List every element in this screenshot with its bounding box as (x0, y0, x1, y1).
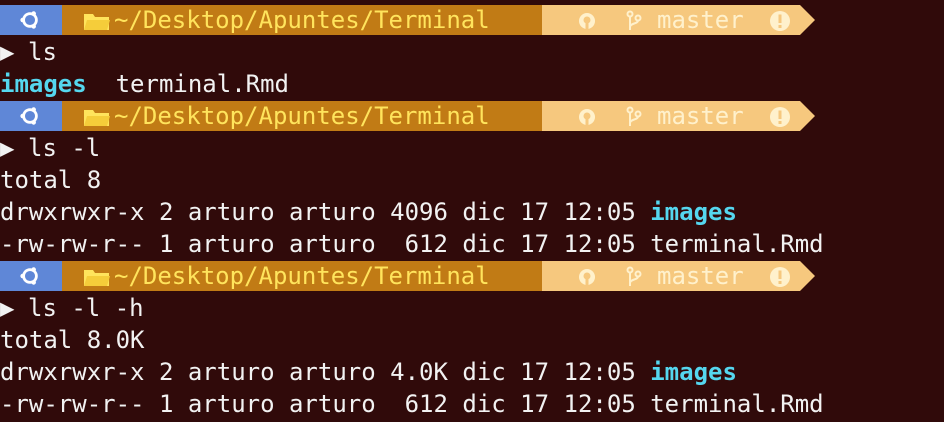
output-line: images terminal.Rmd (0, 68, 944, 100)
output-line: total 8 (0, 164, 944, 196)
output-line: -rw-rw-r-- 1 arturo arturo 612 dic 17 12… (0, 228, 944, 260)
git-segment-arrow (800, 261, 815, 291)
command-marker: ▶ (0, 294, 15, 322)
command-text: ls -l -h (28, 294, 144, 322)
file-entry: terminal.Rmd (650, 390, 824, 418)
powerline-prompt: ~/Desktop/Apuntes/Terminal master (0, 260, 944, 292)
command-line: ▶ ls -l -h (0, 292, 944, 324)
git-segment-arrow (800, 5, 815, 35)
branch-icon (626, 106, 642, 126)
command-line: ▶ ls -l (0, 132, 944, 164)
file-entry: terminal.Rmd (650, 230, 824, 258)
github-icon (579, 13, 595, 29)
listing-meta: drwxrwxr-x 2 arturo arturo 4096 dic 17 1… (0, 198, 651, 226)
listing-meta: -rw-rw-r-- 1 arturo arturo 612 dic 17 12… (0, 230, 651, 258)
ubuntu-icon (20, 267, 38, 285)
prompt-branch: master (657, 102, 744, 130)
prompt-branch: master (657, 262, 744, 290)
folder-icon (84, 110, 110, 126)
branch-icon (626, 10, 642, 30)
directory-entry: images (650, 198, 737, 226)
prompt-path: ~/Desktop/Apuntes/Terminal (114, 6, 490, 34)
folder-icon (84, 14, 110, 30)
command-marker: ▶ (0, 38, 15, 66)
warning-icon (770, 267, 790, 287)
branch-icon (626, 266, 642, 286)
folder-icon (84, 270, 110, 286)
prompt-path: ~/Desktop/Apuntes/Terminal (114, 262, 490, 290)
command-marker: ▶ (0, 134, 15, 162)
prompt-branch: master (657, 6, 744, 34)
command-line: ▶ ls (0, 36, 944, 68)
directory-entry: images (0, 70, 87, 98)
command-text: ls (28, 38, 57, 66)
output-line: drwxrwxr-x 2 arturo arturo 4.0K dic 17 1… (0, 356, 944, 388)
output-line: total 8.0K (0, 324, 944, 356)
command-text: ls -l (28, 134, 101, 162)
total-line: total 8.0K (0, 326, 145, 354)
total-line: total 8 (0, 166, 102, 194)
directory-entry: images (650, 358, 737, 386)
github-icon (579, 269, 595, 285)
ubuntu-icon (20, 11, 38, 29)
prompt-path: ~/Desktop/Apuntes/Terminal (114, 102, 490, 130)
powerline-prompt: ~/Desktop/Apuntes/Terminal master (0, 100, 944, 132)
ubuntu-icon (20, 107, 38, 125)
warning-icon (770, 11, 790, 31)
powerline-prompt: ~/Desktop/Apuntes/Terminal master (0, 4, 944, 36)
github-icon (579, 109, 595, 125)
terminal-window: ~/Desktop/Apuntes/Terminal master ▶ ls im… (0, 4, 944, 420)
file-entry: terminal.Rmd (115, 70, 289, 98)
output-line: drwxrwxr-x 2 arturo arturo 4096 dic 17 1… (0, 196, 944, 228)
output-line: -rw-rw-r-- 1 arturo arturo 612 dic 17 12… (0, 388, 944, 420)
listing-meta: drwxrwxr-x 2 arturo arturo 4.0K dic 17 1… (0, 358, 651, 386)
git-segment-arrow (800, 101, 815, 131)
listing-meta: -rw-rw-r-- 1 arturo arturo 612 dic 17 12… (0, 390, 651, 418)
warning-icon (770, 107, 790, 127)
